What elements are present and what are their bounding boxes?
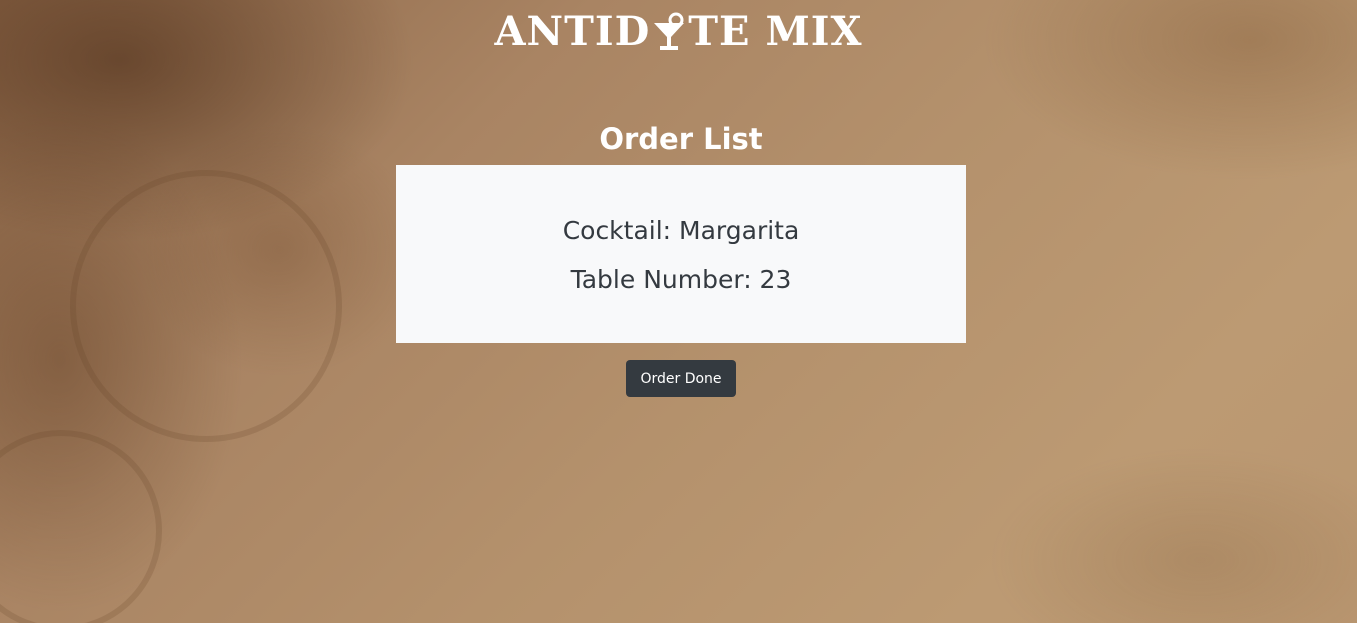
page-title: Order List bbox=[599, 122, 763, 156]
order-table-number: Table Number: 23 bbox=[570, 265, 792, 294]
logo-text-start: ANTID bbox=[494, 8, 651, 55]
cocktail-glass-icon bbox=[654, 12, 685, 50]
background-stain bbox=[70, 170, 342, 442]
brand-logo: ANTID TE MIX bbox=[0, 8, 1357, 56]
order-done-button[interactable]: Order Done bbox=[626, 360, 736, 397]
order-cocktail: Cocktail: Margarita bbox=[562, 216, 800, 245]
background-stain bbox=[0, 430, 162, 623]
logo-text-end: TE MIX bbox=[688, 8, 863, 55]
order-card: Cocktail: Margarita Table Number: 23 bbox=[396, 165, 966, 343]
